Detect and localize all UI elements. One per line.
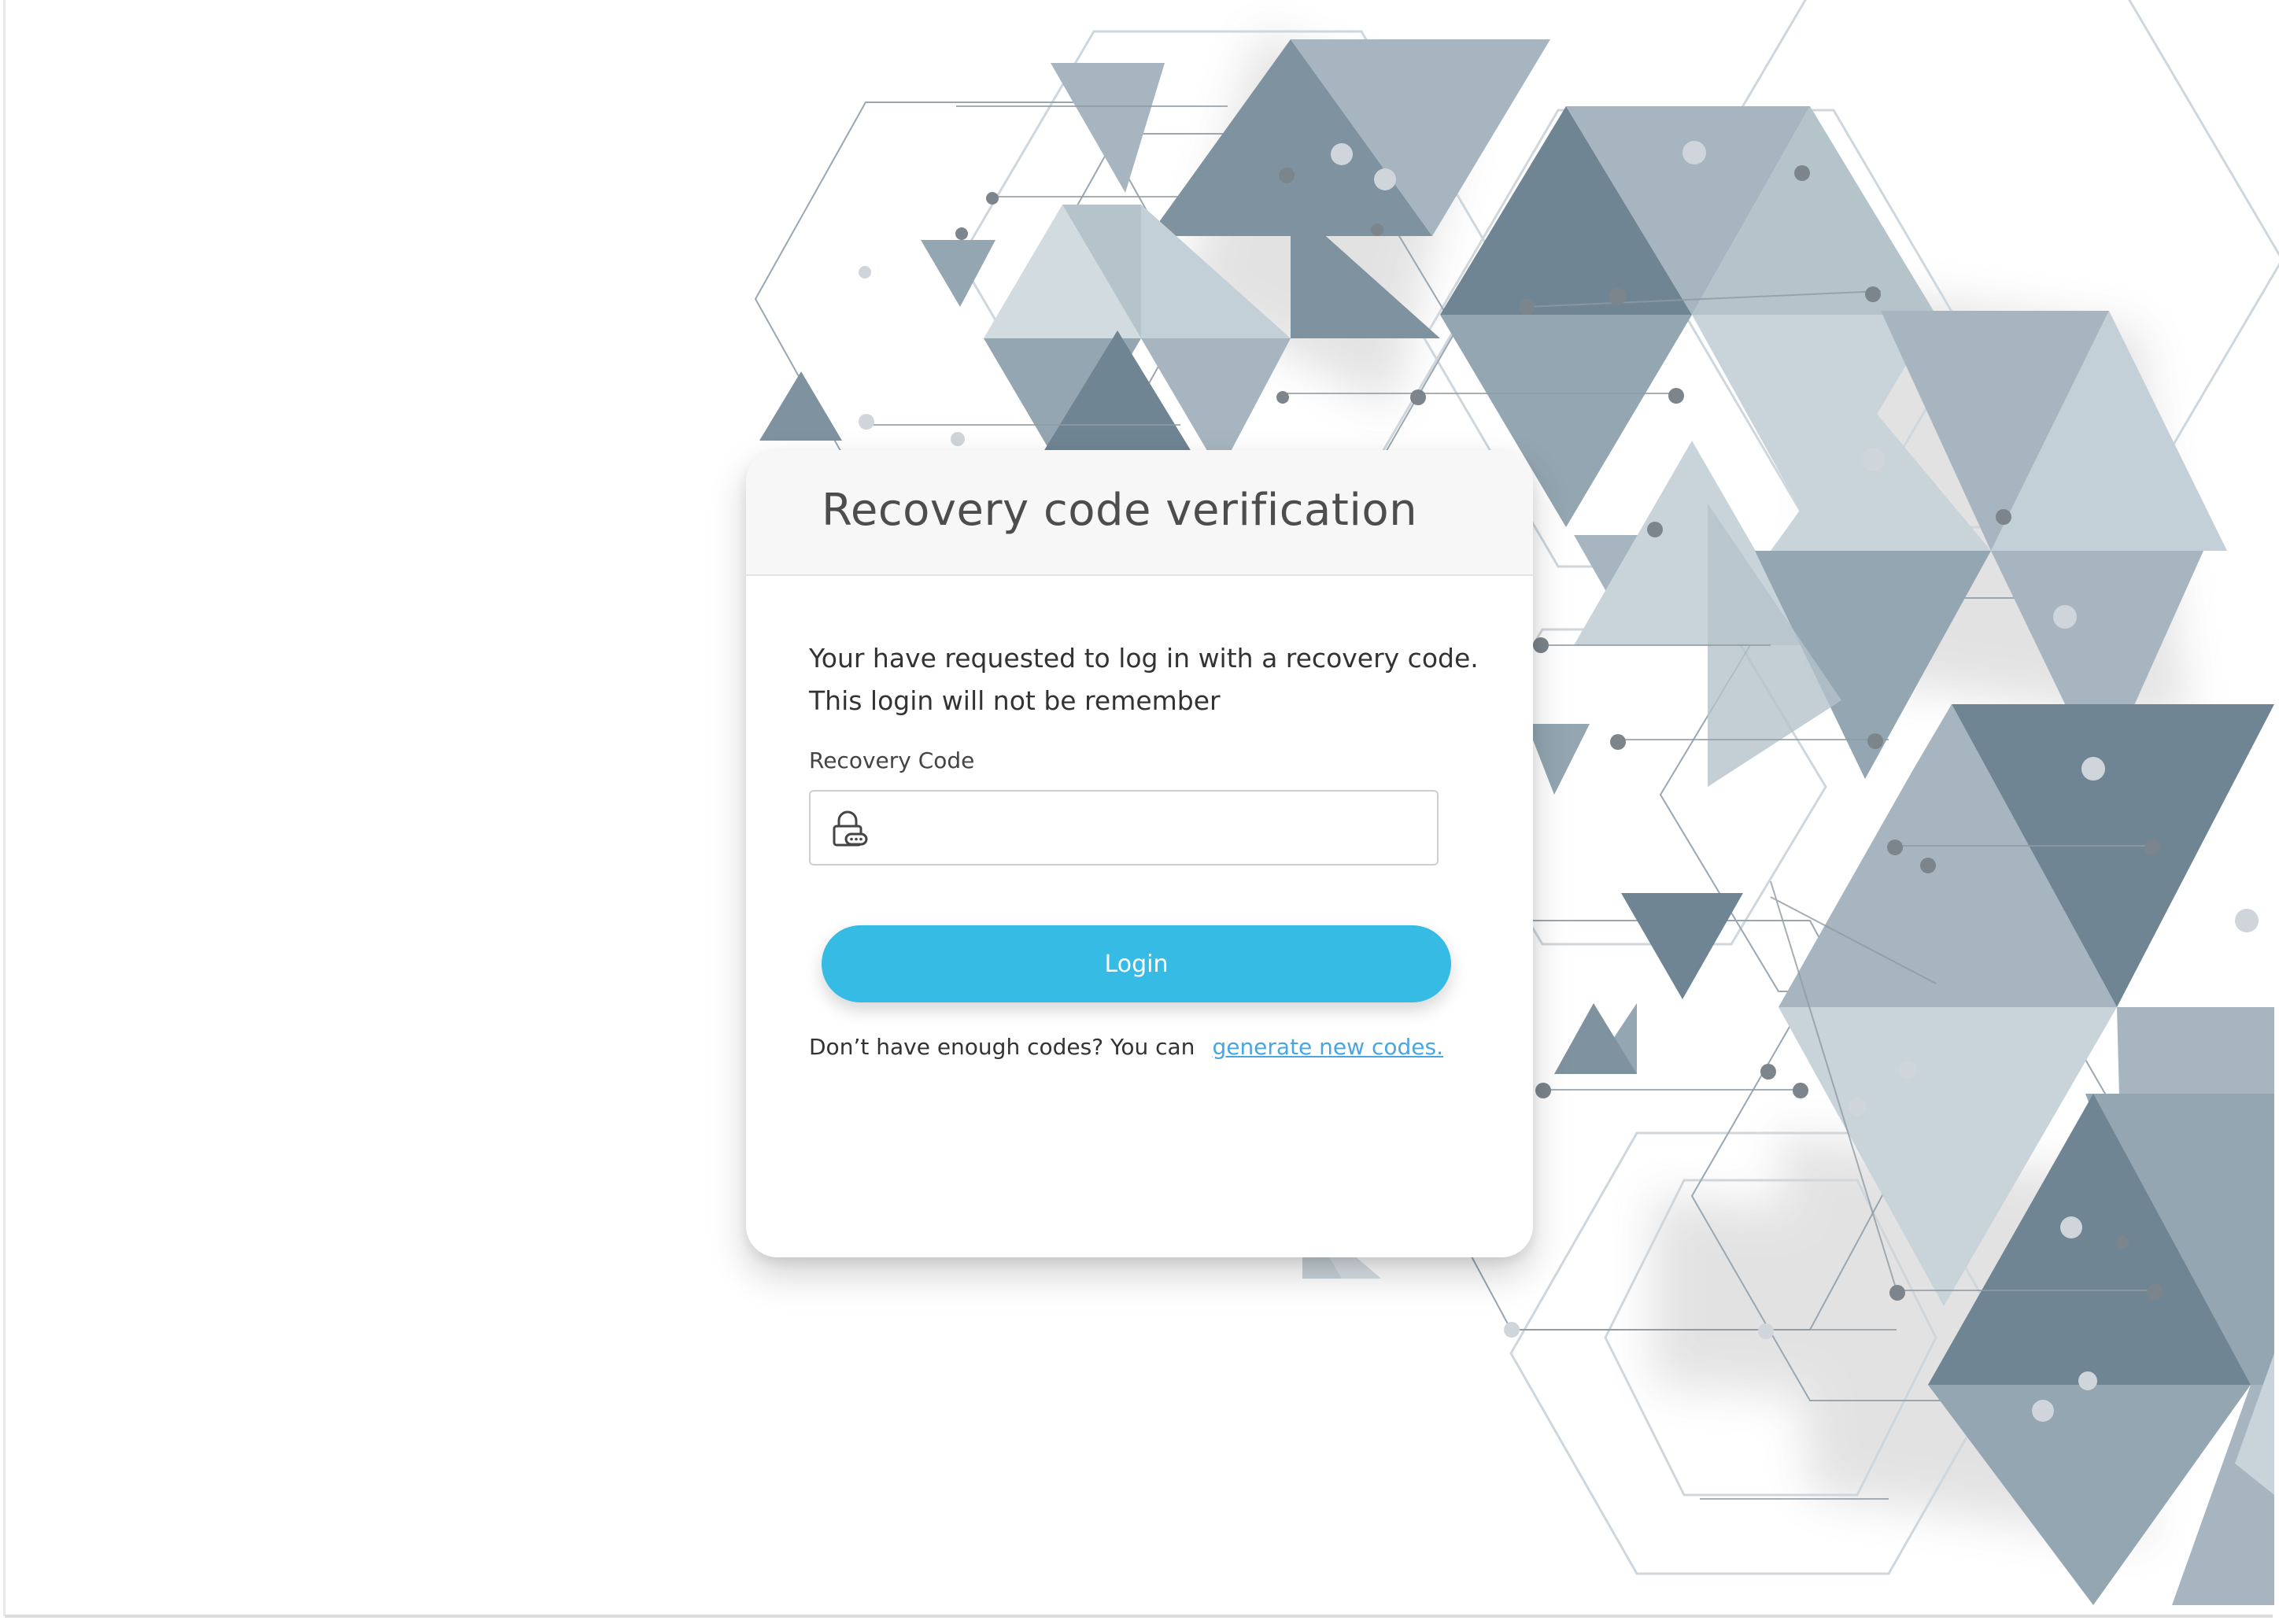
lock-icon: [833, 810, 868, 847]
recovery-card: Recovery code verification Your have req…: [746, 450, 1533, 1257]
card-header: Recovery code verification: [746, 450, 1533, 576]
generate-new-codes-link[interactable]: generate new codes.: [1212, 1034, 1443, 1060]
message-line-1: Your have requested to log in with a rec…: [809, 643, 1479, 674]
message-line-2: This login will not be remember: [809, 685, 1221, 716]
page-title: Recovery code verification: [822, 485, 1418, 536]
recovery-code-input[interactable]: [886, 792, 1432, 866]
recovery-code-field[interactable]: [809, 790, 1439, 866]
login-button[interactable]: Login: [822, 925, 1451, 1002]
recovery-code-label: Recovery Code: [809, 747, 975, 773]
bottom-border: [5, 1615, 2273, 1618]
generate-codes-line: Don’t have enough codes? You can generate…: [809, 1034, 1501, 1060]
login-page: Recovery code verification Your have req…: [0, 0, 2279, 1624]
footer-text: Don’t have enough codes? You can: [809, 1034, 1195, 1060]
recovery-message: Your have requested to log in with a rec…: [809, 637, 1486, 722]
